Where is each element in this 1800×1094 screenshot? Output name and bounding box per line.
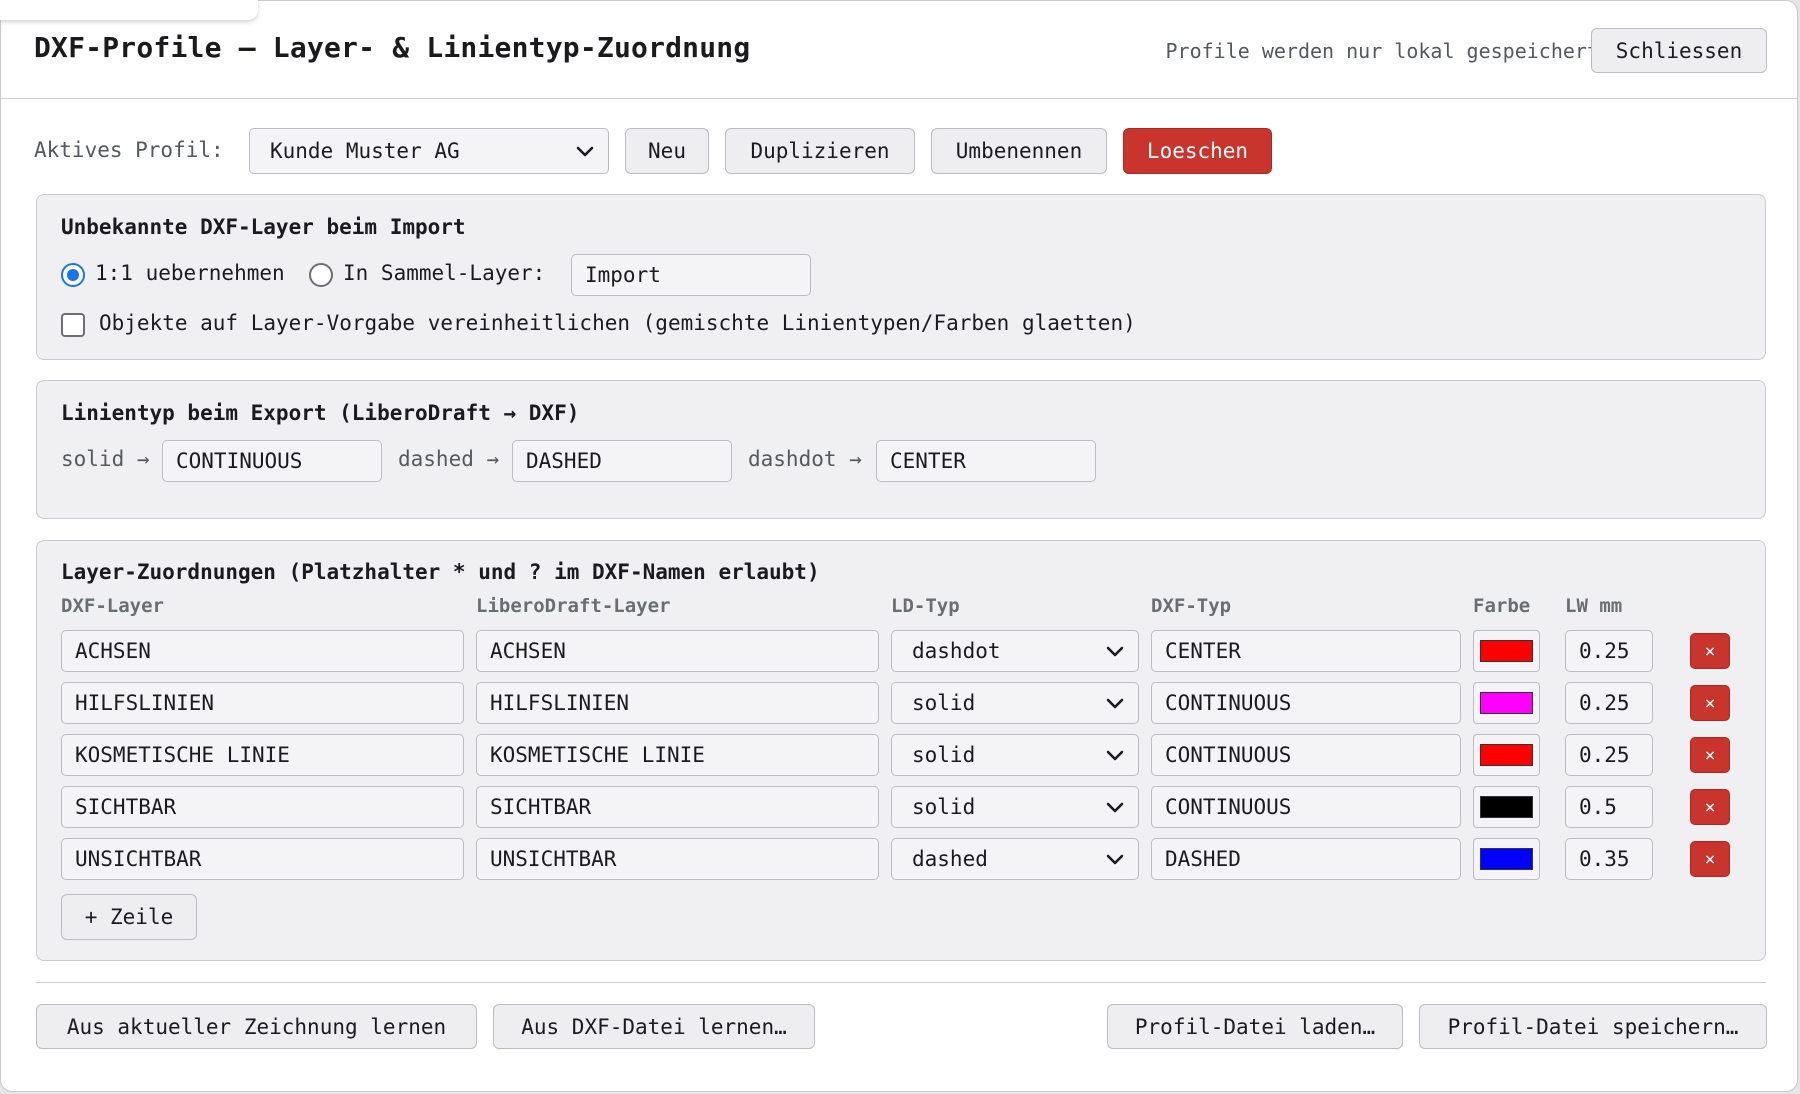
learn-from-dxf-button[interactable]: Aus DXF-Datei lernen… [493, 1004, 815, 1049]
footer-divider [36, 982, 1766, 983]
radio-collect-layer-label: In Sammel-Layer: [343, 261, 546, 285]
table-row: UNSICHTBAR UNSICHTBAR dashed DASHED 0.35… [1, 838, 1797, 880]
chevron-down-icon [1106, 854, 1124, 865]
table-row: HILFSLINIEN HILFSLINIEN solid CONTINUOUS… [1, 682, 1797, 724]
chevron-down-icon [1106, 698, 1124, 709]
export-dashed-label: dashed → [398, 447, 500, 471]
dxf-type-input[interactable]: CONTINUOUS [1151, 734, 1461, 776]
color-swatch [1480, 796, 1533, 818]
active-profile-label: Aktives Profil: [34, 138, 224, 162]
color-swatch [1480, 692, 1533, 714]
delete-profile-button[interactable]: Loeschen [1123, 128, 1272, 174]
ld-layer-input[interactable]: UNSICHTBAR [476, 838, 879, 880]
ld-layer-input[interactable]: HILFSLINIEN [476, 682, 879, 724]
color-picker[interactable] [1473, 630, 1540, 672]
lineweight-input[interactable]: 0.5 [1565, 786, 1653, 828]
profile-select[interactable]: Kunde Muster AG [249, 128, 609, 174]
delete-row-button[interactable]: × [1690, 841, 1730, 877]
new-profile-button[interactable]: Neu [625, 128, 709, 174]
dialog-title: DXF-Profile — Layer- & Linientyp-Zuordnu… [34, 31, 751, 64]
dxf-type-input[interactable]: CONTINUOUS [1151, 682, 1461, 724]
column-header-ld-type: LD-Typ [891, 595, 960, 617]
color-picker[interactable] [1473, 786, 1540, 828]
dxf-layer-input[interactable]: SICHTBAR [61, 786, 464, 828]
radio-keep-layers[interactable] [61, 263, 85, 287]
ld-type-value: solid [912, 691, 976, 715]
ld-layer-input[interactable]: SICHTBAR [476, 786, 879, 828]
color-picker[interactable] [1473, 734, 1540, 776]
table-row: ACHSEN ACHSEN dashdot CENTER 0.25 × [1, 630, 1797, 672]
table-row: KOSMETISCHE LINIE KOSMETISCHE LINIE soli… [1, 734, 1797, 776]
dxf-type-input[interactable]: CONTINUOUS [1151, 786, 1461, 828]
dxf-layer-input[interactable]: ACHSEN [61, 630, 464, 672]
column-header-dxf-type: DXF-Typ [1151, 595, 1232, 617]
lineweight-input[interactable]: 0.25 [1565, 734, 1653, 776]
dxf-type-input[interactable]: DASHED [1151, 838, 1461, 880]
chevron-down-icon [1106, 646, 1124, 657]
chevron-down-icon [1106, 802, 1124, 813]
export-dashdot-input[interactable]: CENTER [876, 440, 1096, 482]
color-swatch [1480, 640, 1533, 662]
lineweight-input[interactable]: 0.35 [1565, 838, 1653, 880]
column-header-ld-layer: LiberoDraft-Layer [476, 595, 671, 617]
unify-objects-label: Objekte auf Layer-Vorgabe vereinheitlich… [99, 311, 1136, 335]
dxf-layer-input[interactable]: HILFSLINIEN [61, 682, 464, 724]
color-picker[interactable] [1473, 682, 1540, 724]
ld-type-select[interactable]: solid [891, 786, 1139, 828]
layer-mapping-title: Layer-Zuordnungen (Platzhalter * und ? i… [61, 560, 820, 584]
ld-layer-input[interactable]: KOSMETISCHE LINIE [476, 734, 879, 776]
dxf-type-input[interactable]: CENTER [1151, 630, 1461, 672]
collect-layer-input[interactable]: Import [571, 254, 811, 296]
delete-row-button[interactable]: × [1690, 737, 1730, 773]
delete-row-button[interactable]: × [1690, 789, 1730, 825]
radio-collect-layer[interactable] [309, 263, 333, 287]
learn-from-drawing-button[interactable]: Aus aktueller Zeichnung lernen [36, 1004, 477, 1049]
dialog-header: DXF-Profile — Layer- & Linientyp-Zuordnu… [1, 1, 1797, 99]
ld-type-value: dashed [912, 847, 988, 871]
lineweight-input[interactable]: 0.25 [1565, 682, 1653, 724]
ld-type-select[interactable]: dashed [891, 838, 1139, 880]
dxf-profile-dialog: DXF-Profile — Layer- & Linientyp-Zuordnu… [0, 0, 1798, 1092]
close-button[interactable]: Schliessen [1591, 28, 1767, 73]
column-header-color: Farbe [1473, 595, 1531, 617]
save-profile-file-button[interactable]: Profil-Datei speichern… [1419, 1004, 1767, 1049]
export-dashdot-label: dashdot → [748, 447, 862, 471]
column-header-dxf-layer: DXF-Layer [61, 595, 164, 617]
delete-row-button[interactable]: × [1690, 685, 1730, 721]
delete-row-button[interactable]: × [1690, 633, 1730, 669]
export-section-title: Linientyp beim Export (LiberoDraft → DXF… [61, 401, 580, 425]
dxf-layer-input[interactable]: KOSMETISCHE LINIE [61, 734, 464, 776]
dxf-layer-input[interactable]: UNSICHTBAR [61, 838, 464, 880]
export-solid-input[interactable]: CONTINUOUS [162, 440, 382, 482]
import-section-title: Unbekannte DXF-Layer beim Import [61, 215, 466, 239]
color-swatch [1480, 848, 1533, 870]
unify-objects-checkbox[interactable] [61, 313, 85, 337]
color-swatch [1480, 744, 1533, 766]
window-corner-tab [0, 0, 258, 20]
ld-type-value: solid [912, 743, 976, 767]
export-section: Linientyp beim Export (LiberoDraft → DXF… [36, 380, 1766, 519]
profile-select-value: Kunde Muster AG [270, 139, 460, 163]
ld-type-select[interactable]: dashdot [891, 630, 1139, 672]
local-storage-hint: Profile werden nur lokal gespeichert [1165, 39, 1599, 63]
chevron-down-icon [1106, 750, 1124, 761]
lineweight-input[interactable]: 0.25 [1565, 630, 1653, 672]
duplicate-profile-button[interactable]: Duplizieren [725, 128, 915, 174]
export-dashed-input[interactable]: DASHED [512, 440, 732, 482]
chevron-down-icon [576, 146, 594, 157]
ld-type-select[interactable]: solid [891, 682, 1139, 724]
export-solid-label: solid → [61, 447, 150, 471]
ld-layer-input[interactable]: ACHSEN [476, 630, 879, 672]
ld-type-value: solid [912, 795, 976, 819]
ld-type-select[interactable]: solid [891, 734, 1139, 776]
column-header-lineweight: LW mm [1565, 595, 1623, 617]
load-profile-file-button[interactable]: Profil-Datei laden… [1107, 1004, 1403, 1049]
radio-keep-layers-label: 1:1 uebernehmen [95, 261, 285, 285]
add-row-button[interactable]: + Zeile [61, 894, 197, 940]
color-picker[interactable] [1473, 838, 1540, 880]
table-row: SICHTBAR SICHTBAR solid CONTINUOUS 0.5 × [1, 786, 1797, 828]
import-section: Unbekannte DXF-Layer beim Import 1:1 ueb… [36, 194, 1766, 360]
rename-profile-button[interactable]: Umbenennen [931, 128, 1107, 174]
ld-type-value: dashdot [912, 639, 1001, 663]
